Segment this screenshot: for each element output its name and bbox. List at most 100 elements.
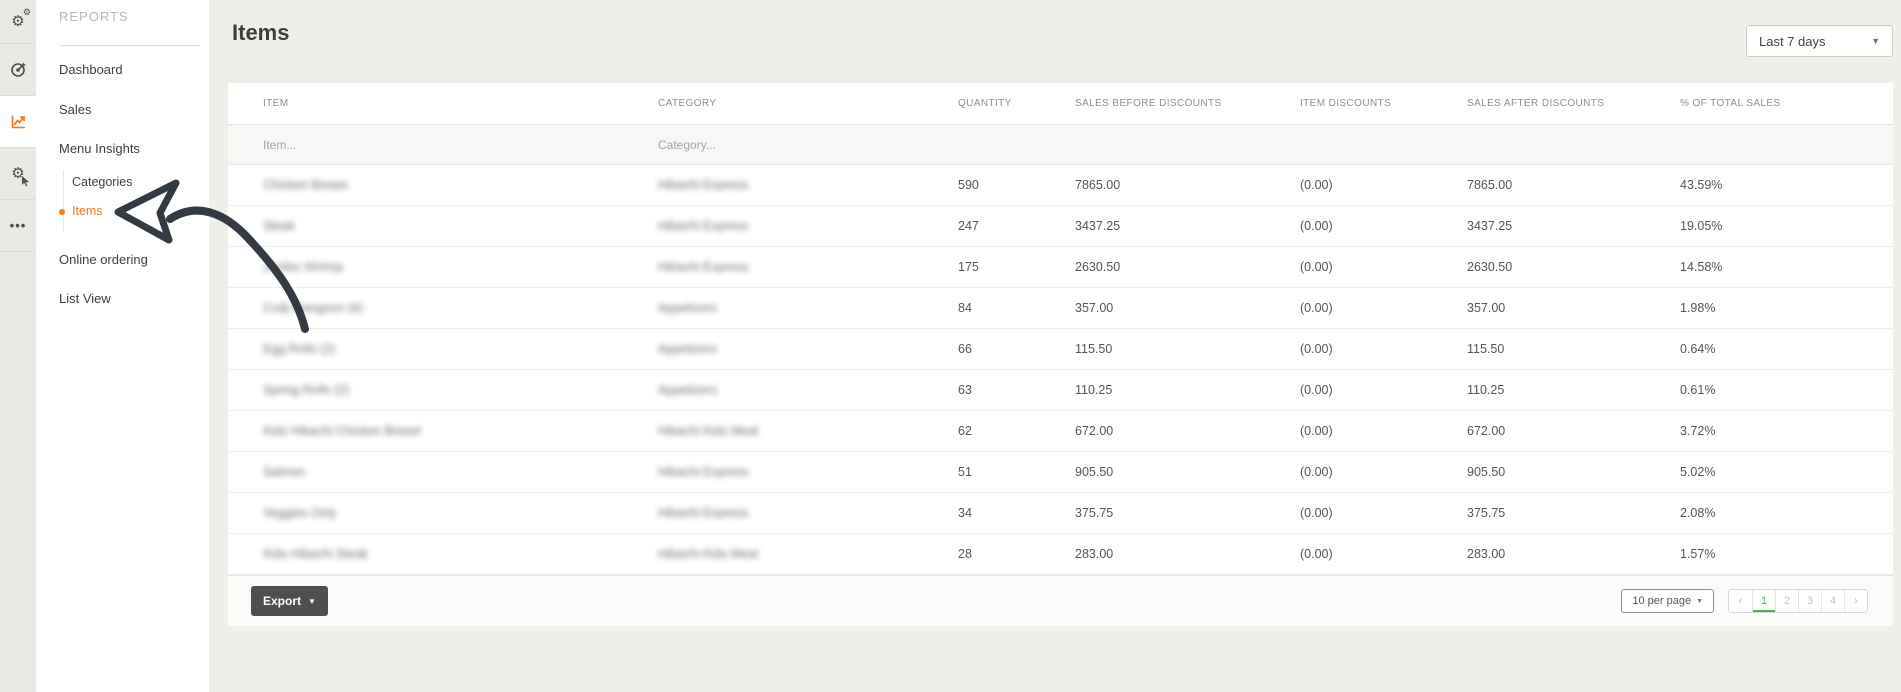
- icon-rail: ⚙ ⚙ ⚙ •••: [0, 0, 36, 692]
- item-discounts-cell: (0.00): [1300, 506, 1467, 520]
- sidebar-item-automation[interactable]: ⚙: [0, 148, 36, 200]
- page-title: Items: [232, 20, 289, 46]
- quantity-cell: 34: [958, 506, 1075, 520]
- sales-after-cell: 7865.00: [1467, 178, 1680, 192]
- date-range-value: Last 7 days: [1759, 34, 1826, 49]
- items-table-card: Item Category Quantity Sales before disc…: [228, 83, 1893, 626]
- sales-before-cell: 3437.25: [1075, 219, 1300, 233]
- pct-total-cell: 1.98%: [1680, 301, 1868, 315]
- table-row[interactable]: Veggies Only Hibachi Express 34 375.75 (…: [228, 493, 1893, 534]
- pct-total-cell: 3.72%: [1680, 424, 1868, 438]
- table-row[interactable]: Steak Hibachi Express 247 3437.25 (0.00)…: [228, 206, 1893, 247]
- sales-after-cell: 3437.25: [1467, 219, 1680, 233]
- sidebar-item-list-view[interactable]: List View: [59, 291, 111, 306]
- sidebar-item-menu-insights[interactable]: Menu Insights: [59, 141, 140, 156]
- column-header-item-discounts[interactable]: Item discounts: [1300, 98, 1467, 109]
- item-cell: Salmon: [263, 465, 658, 479]
- category-cell: Hibachi Express: [658, 219, 958, 233]
- table-filter-row: [228, 125, 1893, 165]
- table-row[interactable]: Salmon Hibachi Express 51 905.50 (0.00) …: [228, 452, 1893, 493]
- table-row[interactable]: Chicken Breast Hibachi Express 590 7865.…: [228, 165, 1893, 206]
- table-row[interactable]: Jumbo Shrimp Hibachi Express 175 2630.50…: [228, 247, 1893, 288]
- item-discounts-cell: (0.00): [1300, 465, 1467, 479]
- item-discounts-cell: (0.00): [1300, 301, 1467, 315]
- sales-before-cell: 357.00: [1075, 301, 1300, 315]
- date-range-dropdown[interactable]: Last 7 days ▼: [1746, 25, 1893, 57]
- per-page-dropdown[interactable]: 10 per page ▼: [1621, 589, 1714, 613]
- quantity-cell: 66: [958, 342, 1075, 356]
- category-cell: Hibachi Kids Meal: [658, 547, 958, 561]
- sales-before-cell: 672.00: [1075, 424, 1300, 438]
- column-header-sales-before[interactable]: Sales before discounts: [1075, 98, 1300, 109]
- sales-after-cell: 110.25: [1467, 383, 1680, 397]
- next-page-button[interactable]: ›: [1844, 590, 1867, 612]
- quantity-cell: 247: [958, 219, 1075, 233]
- sidebar-item-online-ordering[interactable]: Online ordering: [59, 252, 148, 267]
- export-label: Export: [263, 594, 301, 608]
- chevron-down-icon: ▼: [1696, 598, 1703, 605]
- sales-before-cell: 375.75: [1075, 506, 1300, 520]
- page-button-3[interactable]: 3: [1798, 590, 1821, 612]
- table-row[interactable]: Spring Rolls (2) Appetizers 63 110.25 (0…: [228, 370, 1893, 411]
- page-button-2[interactable]: 2: [1775, 590, 1798, 612]
- sidebar-item-sales[interactable]: Sales: [59, 102, 92, 117]
- sidebar-item-dashboard[interactable]: Dashboard: [59, 62, 123, 77]
- table-row[interactable]: Kids Hibachi Steak Hibachi Kids Meal 28 …: [228, 534, 1893, 575]
- table-header-row: Item Category Quantity Sales before disc…: [228, 83, 1893, 125]
- main-content: Items Last 7 days ▼ Item Category Quanti…: [209, 0, 1901, 692]
- category-cell: Hibachi Kids Meal: [658, 424, 958, 438]
- pct-total-cell: 43.59%: [1680, 178, 1868, 192]
- column-header-sales-after[interactable]: Sales after discounts: [1467, 98, 1680, 109]
- reports-sidebar: REPORTS Dashboard Sales Menu Insights Ca…: [36, 0, 209, 692]
- submenu-indent-line: [63, 170, 64, 232]
- item-discounts-cell: (0.00): [1300, 260, 1467, 274]
- sidebar-item-reports[interactable]: [0, 96, 36, 148]
- pagination: ‹ 1 2 3 4 ›: [1728, 589, 1868, 613]
- item-cell: Spring Rolls (2): [263, 383, 658, 397]
- item-discounts-cell: (0.00): [1300, 342, 1467, 356]
- item-cell: Chicken Breast: [263, 178, 658, 192]
- category-cell: Appetizers: [658, 301, 958, 315]
- export-button[interactable]: Export ▼: [251, 586, 328, 616]
- item-cell: Kids Hibachi Chicken Breast: [263, 424, 658, 438]
- category-cell: Hibachi Express: [658, 465, 958, 479]
- item-cell: Kids Hibachi Steak: [263, 547, 658, 561]
- page-button-4[interactable]: 4: [1821, 590, 1844, 612]
- column-header-quantity[interactable]: Quantity: [958, 98, 1075, 109]
- item-cell: Veggies Only: [263, 506, 658, 520]
- sidebar-item-settings[interactable]: ⚙ ⚙: [0, 0, 36, 44]
- column-header-pct-total[interactable]: % of total sales: [1680, 98, 1868, 109]
- settings-gears-small-icon: ⚙: [23, 7, 31, 18]
- sidebar-item-items[interactable]: Items: [72, 204, 103, 218]
- table-row[interactable]: Crab Rangoon (6) Appetizers 84 357.00 (0…: [228, 288, 1893, 329]
- sidebar-section-title: REPORTS: [59, 9, 129, 24]
- sales-before-cell: 7865.00: [1075, 178, 1300, 192]
- item-discounts-cell: (0.00): [1300, 219, 1467, 233]
- column-header-item[interactable]: Item: [263, 98, 658, 109]
- sidebar-item-categories[interactable]: Categories: [72, 175, 132, 189]
- item-filter-input[interactable]: [263, 138, 619, 152]
- per-page-value: 10 per page: [1632, 595, 1691, 607]
- item-discounts-cell: (0.00): [1300, 547, 1467, 561]
- page-button-1[interactable]: 1: [1752, 590, 1775, 612]
- table-row[interactable]: Egg Rolls (2) Appetizers 66 115.50 (0.00…: [228, 329, 1893, 370]
- prev-page-button[interactable]: ‹: [1729, 590, 1752, 612]
- category-filter-input[interactable]: [658, 138, 928, 152]
- chevron-down-icon: ▼: [308, 597, 316, 606]
- sales-after-cell: 905.50: [1467, 465, 1680, 479]
- sidebar-item-goals[interactable]: [0, 44, 36, 96]
- reports-chart-icon: [10, 113, 27, 130]
- item-discounts-cell: (0.00): [1300, 178, 1467, 192]
- quantity-cell: 590: [958, 178, 1075, 192]
- table-row[interactable]: Kids Hibachi Chicken Breast Hibachi Kids…: [228, 411, 1893, 452]
- sales-after-cell: 375.75: [1467, 506, 1680, 520]
- category-cell: Appetizers: [658, 383, 958, 397]
- chevron-down-icon: ▼: [1871, 36, 1880, 46]
- item-discounts-cell: (0.00): [1300, 424, 1467, 438]
- sales-before-cell: 2630.50: [1075, 260, 1300, 274]
- sales-after-cell: 672.00: [1467, 424, 1680, 438]
- target-goal-icon: [10, 61, 27, 78]
- sidebar-item-more[interactable]: •••: [0, 200, 36, 252]
- column-header-category[interactable]: Category: [658, 98, 958, 109]
- pct-total-cell: 14.58%: [1680, 260, 1868, 274]
